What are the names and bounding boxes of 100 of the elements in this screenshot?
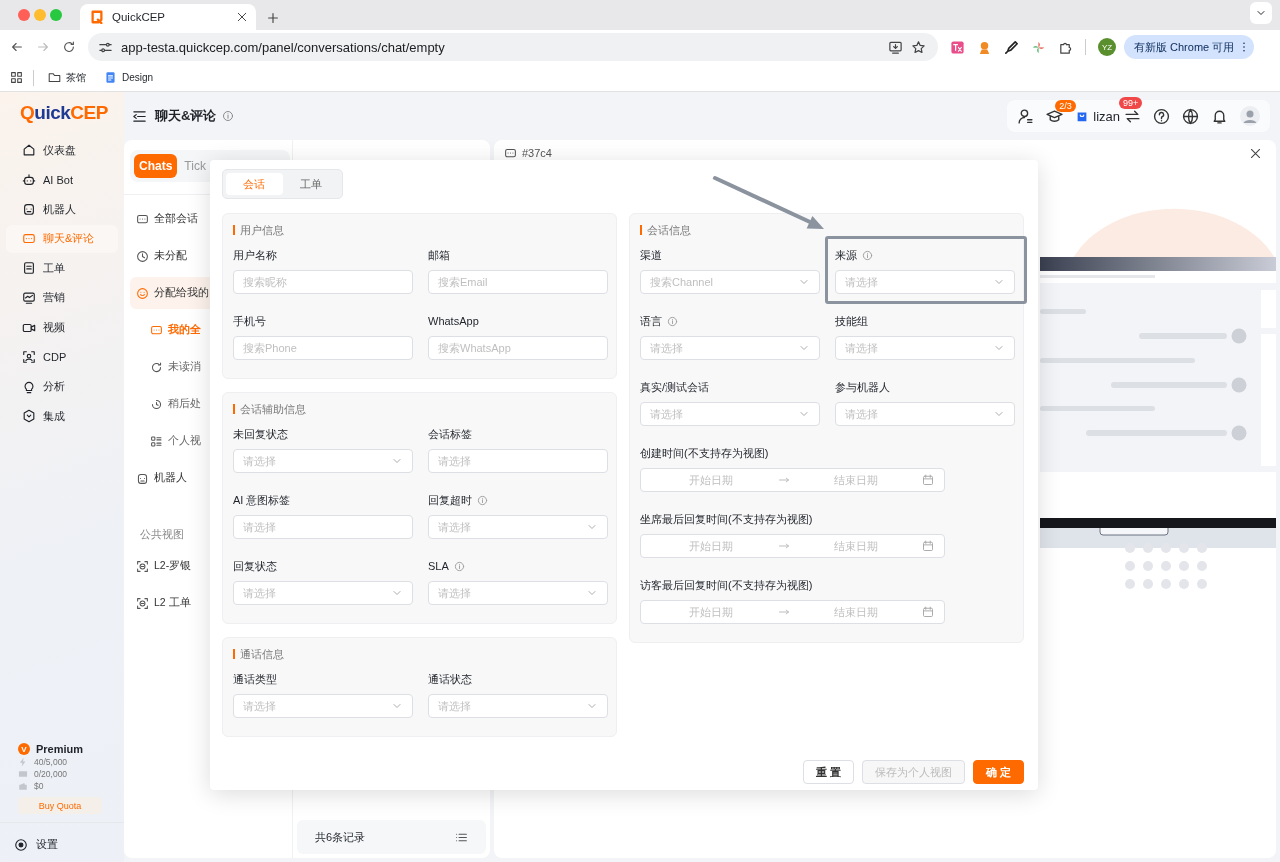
nav-item[interactable]: CDP: [6, 343, 118, 372]
user-name[interactable]: lizan: [1093, 108, 1120, 124]
text-field[interactable]: 搜索昵称: [233, 270, 413, 294]
scan-frame-icon: [136, 559, 149, 573]
field-label: 用户名称: [233, 247, 277, 263]
house-icon: [22, 143, 36, 157]
nav-item[interactable]: 营销: [6, 283, 118, 312]
conversation-title: #37c4: [522, 147, 552, 159]
info-icon[interactable]: [222, 110, 235, 122]
nav-item[interactable]: 集成: [6, 402, 118, 431]
field-label: 通话状态: [428, 671, 472, 687]
field-label: 手机号: [233, 313, 266, 329]
folder-icon: [48, 71, 61, 84]
install-icon[interactable]: [888, 39, 903, 55]
robot-face-icon: [22, 202, 36, 217]
chat-icon: [136, 212, 149, 226]
dialog-button[interactable]: 重 置: [802, 760, 854, 784]
nav-item[interactable]: AI Bot: [6, 165, 118, 194]
text-field[interactable]: 请选择: [428, 449, 608, 473]
lightning-icon: [18, 757, 28, 767]
bookmark-star-icon[interactable]: [911, 39, 926, 55]
bookmark-link[interactable]: 茶馆: [44, 68, 90, 87]
document-icon: [22, 261, 36, 276]
quota-value: $0: [34, 781, 44, 791]
quota-value: 0/20,000: [34, 769, 68, 779]
nav-item[interactable]: 分析: [6, 372, 118, 401]
plan-name: Premium: [36, 743, 84, 755]
robot-icon: [22, 172, 36, 187]
timer-icon: [150, 397, 163, 411]
browser-tab[interactable]: QuickCEP: [80, 4, 256, 30]
chat-icon: [150, 323, 163, 337]
robot-face-icon: [136, 471, 149, 485]
nav-item[interactable]: 视频: [6, 313, 118, 342]
profile-scan-icon: [22, 350, 36, 365]
field-label: AI 意图标签: [233, 492, 291, 508]
new-tab-icon[interactable]: [266, 11, 280, 25]
field-label: WhatsApp: [428, 315, 479, 327]
count-badge: 2/3: [1055, 99, 1076, 112]
plan-badge: V: [18, 743, 30, 755]
chat-icon: [504, 146, 517, 160]
record-count: 共6条记录: [315, 829, 366, 845]
wallet-icon: [18, 781, 28, 791]
scan-frame-icon: [136, 596, 149, 610]
settings-icon: [14, 837, 28, 852]
field-label: 来源: [835, 247, 857, 263]
calendar-icon: [922, 540, 934, 552]
field-label: 回复状态: [233, 558, 277, 574]
list-view-icon: [150, 434, 163, 448]
count-badge: 99+: [1119, 96, 1143, 109]
close-icon[interactable]: [236, 11, 248, 23]
field-label: 邮箱: [428, 247, 450, 263]
user-icon[interactable]: [1017, 107, 1035, 125]
update-button[interactable]: 有新版 Chrome 可用: [1124, 35, 1255, 59]
apps-grid-icon[interactable]: [10, 71, 23, 84]
field-label: SLA: [428, 560, 449, 572]
swap-icon[interactable]: [1124, 107, 1141, 125]
menu-fold-icon[interactable]: [132, 108, 147, 124]
document-icon: [104, 71, 117, 84]
cube-icon: [22, 409, 36, 424]
field-label: 参与机器人: [835, 379, 890, 395]
field-label: 回复超时: [428, 492, 472, 508]
graduation-cap-icon[interactable]: [1046, 107, 1064, 125]
help-icon[interactable]: [1153, 107, 1170, 125]
text-field[interactable]: 搜索Email: [428, 270, 608, 294]
calendar-icon: [922, 474, 934, 486]
nav-item[interactable]: 机器人: [6, 195, 118, 224]
page-title: 聊天&评论: [155, 107, 217, 125]
back-arrow-icon[interactable]: [10, 40, 24, 54]
calendar-icon: [922, 606, 934, 618]
chat-icon: [22, 231, 36, 246]
field-label: 渠道: [640, 247, 662, 263]
field-label: 技能组: [835, 313, 868, 329]
section-title: 会话信息: [647, 222, 691, 238]
text-field[interactable]: 搜索WhatsApp: [428, 336, 608, 360]
nav-item[interactable]: 工单: [6, 254, 118, 283]
quota-value: 40/5,000: [34, 757, 68, 767]
monitor-icon: [22, 290, 36, 305]
field-label: 坐席最后回复时间(不支持存为视图): [640, 511, 813, 527]
globe-icon[interactable]: [1182, 107, 1199, 125]
app-logo: QuickCEP: [19, 102, 109, 125]
envelope-icon: [18, 769, 28, 779]
tab[interactable]: 工单: [282, 173, 339, 195]
field-label: 语言: [640, 313, 662, 329]
translate-icon[interactable]: [950, 39, 965, 55]
address-bar[interactable]: app-testa.quickcep.com/panel/conversations/chat/empty: [88, 33, 938, 61]
text-field[interactable]: 搜索Phone: [233, 336, 413, 360]
section-title: 会话辅助信息: [240, 401, 306, 417]
profile-avatar[interactable]: YZ: [1098, 38, 1116, 56]
close-icon[interactable]: [1249, 146, 1262, 160]
field-label: 真实/测试会话: [640, 379, 710, 395]
section-heading: 公共视图: [140, 527, 184, 542]
clock-icon: [136, 249, 149, 263]
nav-item[interactable]: 仪表盘: [6, 136, 118, 164]
eyedropper-icon[interactable]: [1004, 39, 1019, 55]
field-label: 未回复状态: [233, 426, 288, 442]
bell-icon[interactable]: [1211, 107, 1228, 125]
section-title: 通话信息: [240, 646, 284, 662]
reload-icon[interactable]: [62, 40, 76, 54]
bookmark-link[interactable]: Design: [100, 69, 158, 86]
text-field[interactable]: 请选择: [233, 515, 413, 539]
